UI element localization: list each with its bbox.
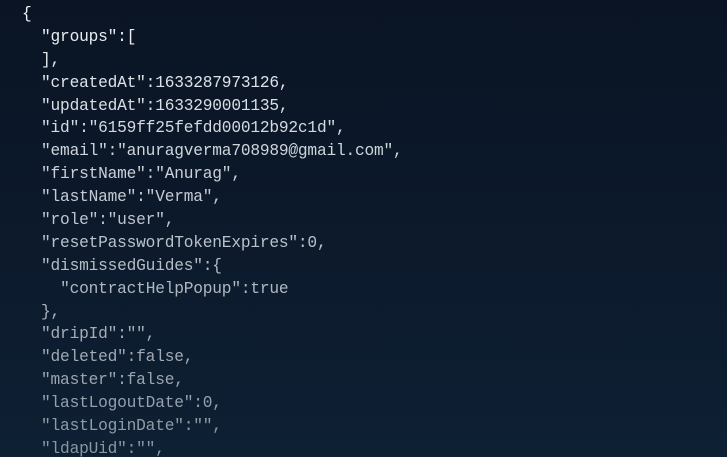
json-line: "role":"user",: [22, 209, 403, 232]
json-line: "groups":[: [22, 26, 403, 49]
json-line-text: "updatedAt":1633290001135,: [41, 96, 289, 115]
json-line-text: "createdAt":1633287973126,: [41, 73, 289, 92]
json-line-text: "resetPasswordTokenExpires":0,: [41, 233, 327, 252]
json-line-text: "groups":[: [41, 27, 137, 46]
json-line: "updatedAt":1633290001135,: [22, 95, 403, 118]
json-line: "ldapUid":"",: [22, 438, 403, 457]
json-line-text: "ldapUid":"",: [41, 439, 165, 457]
json-line-text: "role":"user",: [41, 211, 175, 230]
json-line-text: ],: [41, 50, 61, 69]
json-line: "resetPasswordTokenExpires":0,: [22, 232, 403, 255]
json-line: "lastLoginDate":"",: [22, 415, 403, 438]
json-line: "contractHelpPopup":true: [22, 278, 403, 301]
json-code-block: { "groups":[ ], "createdAt":163328797312…: [22, 3, 403, 457]
json-line: },: [22, 301, 403, 324]
json-line-text: "email":"anuragverma708989@gmail.com",: [41, 142, 403, 161]
json-line-text: "contractHelpPopup":true: [60, 279, 289, 298]
json-line-text: "lastLogoutDate":0,: [41, 394, 222, 413]
json-line: "dismissedGuides":{: [22, 255, 403, 278]
json-line: "lastName":"Verma",: [22, 186, 403, 209]
json-line-text: "lastName":"Verma",: [41, 188, 222, 207]
json-viewer: { "groups":[ ], "createdAt":163328797312…: [0, 0, 727, 457]
json-line-text: "lastLoginDate":"",: [41, 417, 222, 436]
json-line-text: "id":"6159ff25fefdd00012b92c1d",: [41, 119, 346, 138]
json-line: ],: [22, 49, 403, 72]
json-line: "firstName":"Anurag",: [22, 163, 403, 186]
json-line-text: "dismissedGuides":{: [41, 256, 222, 275]
json-line: "createdAt":1633287973126,: [22, 72, 403, 95]
json-line: "dripId":"",: [22, 323, 403, 346]
json-line-text: "firstName":"Anurag",: [41, 165, 241, 184]
json-line: "email":"anuragverma708989@gmail.com",: [22, 140, 403, 163]
json-line-text: "master":false,: [41, 371, 184, 390]
json-line-text: "deleted":false,: [41, 348, 194, 367]
json-line-text: {: [22, 5, 32, 23]
json-line: "lastLogoutDate":0,: [22, 392, 403, 415]
json-line: {: [22, 3, 403, 26]
json-line-text: "dripId":"",: [41, 325, 156, 344]
json-line: "deleted":false,: [22, 346, 403, 369]
json-line: "master":false,: [22, 369, 403, 392]
json-line-text: },: [41, 302, 61, 321]
json-line: "id":"6159ff25fefdd00012b92c1d",: [22, 117, 403, 140]
